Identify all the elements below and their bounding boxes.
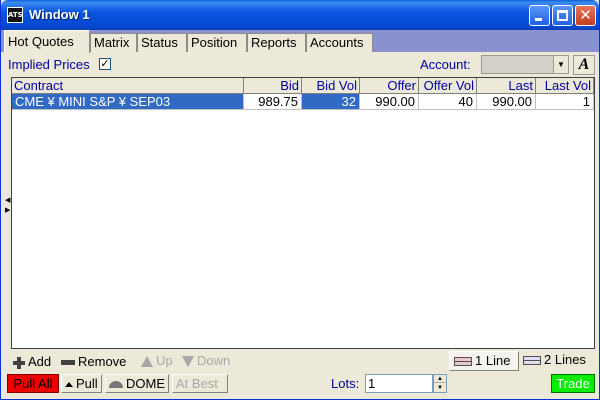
dome-icon [109,381,123,389]
down-label: Down [197,353,231,368]
maximize-icon [557,10,568,21]
cell-bid-vol[interactable]: 32 [302,94,360,110]
account-select[interactable]: ▼ [481,55,569,74]
lots-label: Lots: [331,376,360,391]
dome-label: DOME [126,376,165,391]
column-header-contract[interactable]: Contract [12,78,244,94]
font-button[interactable]: A [573,55,595,75]
add-label: Add [28,354,52,369]
title-bar[interactable]: ATS Window 1 ✕ [1,0,599,30]
grid-header: Contract Bid Bid Vol Offer Offer Vol Las… [12,78,594,94]
close-button[interactable]: ✕ [575,5,596,26]
pull-all-button[interactable]: Pull All [7,374,59,393]
dome-button[interactable]: DOME [105,374,169,393]
close-icon: ✕ [579,6,592,24]
pull-button[interactable]: Pull [61,374,102,393]
quotes-grid: Contract Bid Bid Vol Offer Offer Vol Las… [11,77,595,349]
up-label: Up [156,353,173,368]
remove-button[interactable]: Remove [61,354,126,369]
tab-position[interactable]: Position [187,33,247,52]
app-window: ATS Window 1 ✕ Hot Quotes Matrix Status … [0,0,600,400]
cell-bid[interactable]: 989.75 [244,94,302,110]
remove-label: Remove [78,354,127,369]
two-lines-toggle[interactable]: 2 Lines [519,351,595,371]
column-header-bid-vol[interactable]: Bid Vol [302,78,360,94]
column-header-bid[interactable]: Bid [244,78,302,94]
minimize-button[interactable] [529,5,550,26]
at-best-button[interactable]: At Best [172,374,228,393]
stepper-up-icon[interactable]: ▲ [434,375,446,383]
tab-status[interactable]: Status [137,33,187,52]
minus-icon [61,360,75,366]
lots-input[interactable] [365,374,433,393]
arrow-down-icon [182,356,194,368]
table-row[interactable]: CME ¥ MINI S&P ¥ SEP03 989.75 32 990.00 … [12,94,594,110]
caret-up-icon [65,382,73,388]
two-lines-label: 2 Lines [544,352,586,367]
tab-hot-quotes[interactable]: Hot Quotes [4,30,90,53]
minimize-icon [535,18,542,21]
trade-button[interactable]: Trade [551,374,595,393]
column-header-offer[interactable]: Offer [360,78,419,94]
maximize-button[interactable] [552,5,573,26]
window-title: Window 1 [29,7,90,22]
down-button[interactable]: Down [182,353,230,368]
up-button[interactable]: Up [141,353,173,368]
tab-bar: Hot Quotes Matrix Status Position Report… [1,30,599,53]
chevron-down-icon[interactable]: ▼ [553,56,568,73]
cell-contract[interactable]: CME ¥ MINI S&P ¥ SEP03 [12,94,244,110]
column-header-last-vol[interactable]: Last Vol [536,78,594,94]
cell-last[interactable]: 990.00 [477,94,536,110]
cell-offer[interactable]: 990.00 [360,94,419,110]
cell-last-vol[interactable]: 1 [536,94,594,110]
add-button[interactable]: Add [13,354,51,369]
account-label: Account: [420,57,471,72]
one-line-icon [454,357,472,367]
side-collapse-arrows[interactable]: ◀ ▶ [5,196,10,216]
tab-accounts[interactable]: Accounts [306,33,373,52]
two-lines-icon [523,356,541,366]
arrow-up-icon [141,356,153,368]
tab-reports[interactable]: Reports [247,33,306,52]
column-header-offer-vol[interactable]: Offer Vol [419,78,477,94]
lots-stepper[interactable]: ▲ ▼ [433,374,447,393]
cell-offer-vol[interactable]: 40 [419,94,477,110]
plus-icon [13,356,25,369]
tab-matrix[interactable]: Matrix [90,33,137,52]
implied-prices-checkbox[interactable]: ✓ [99,58,111,70]
stepper-down-icon[interactable]: ▼ [434,384,446,392]
implied-prices-label: Implied Prices [8,57,90,72]
app-logo-icon: ATS [7,7,23,23]
pull-label: Pull [76,376,98,391]
one-line-label: 1 Line [475,353,511,368]
one-line-toggle[interactable]: 1 Line [449,351,519,371]
column-header-last[interactable]: Last [477,78,536,94]
